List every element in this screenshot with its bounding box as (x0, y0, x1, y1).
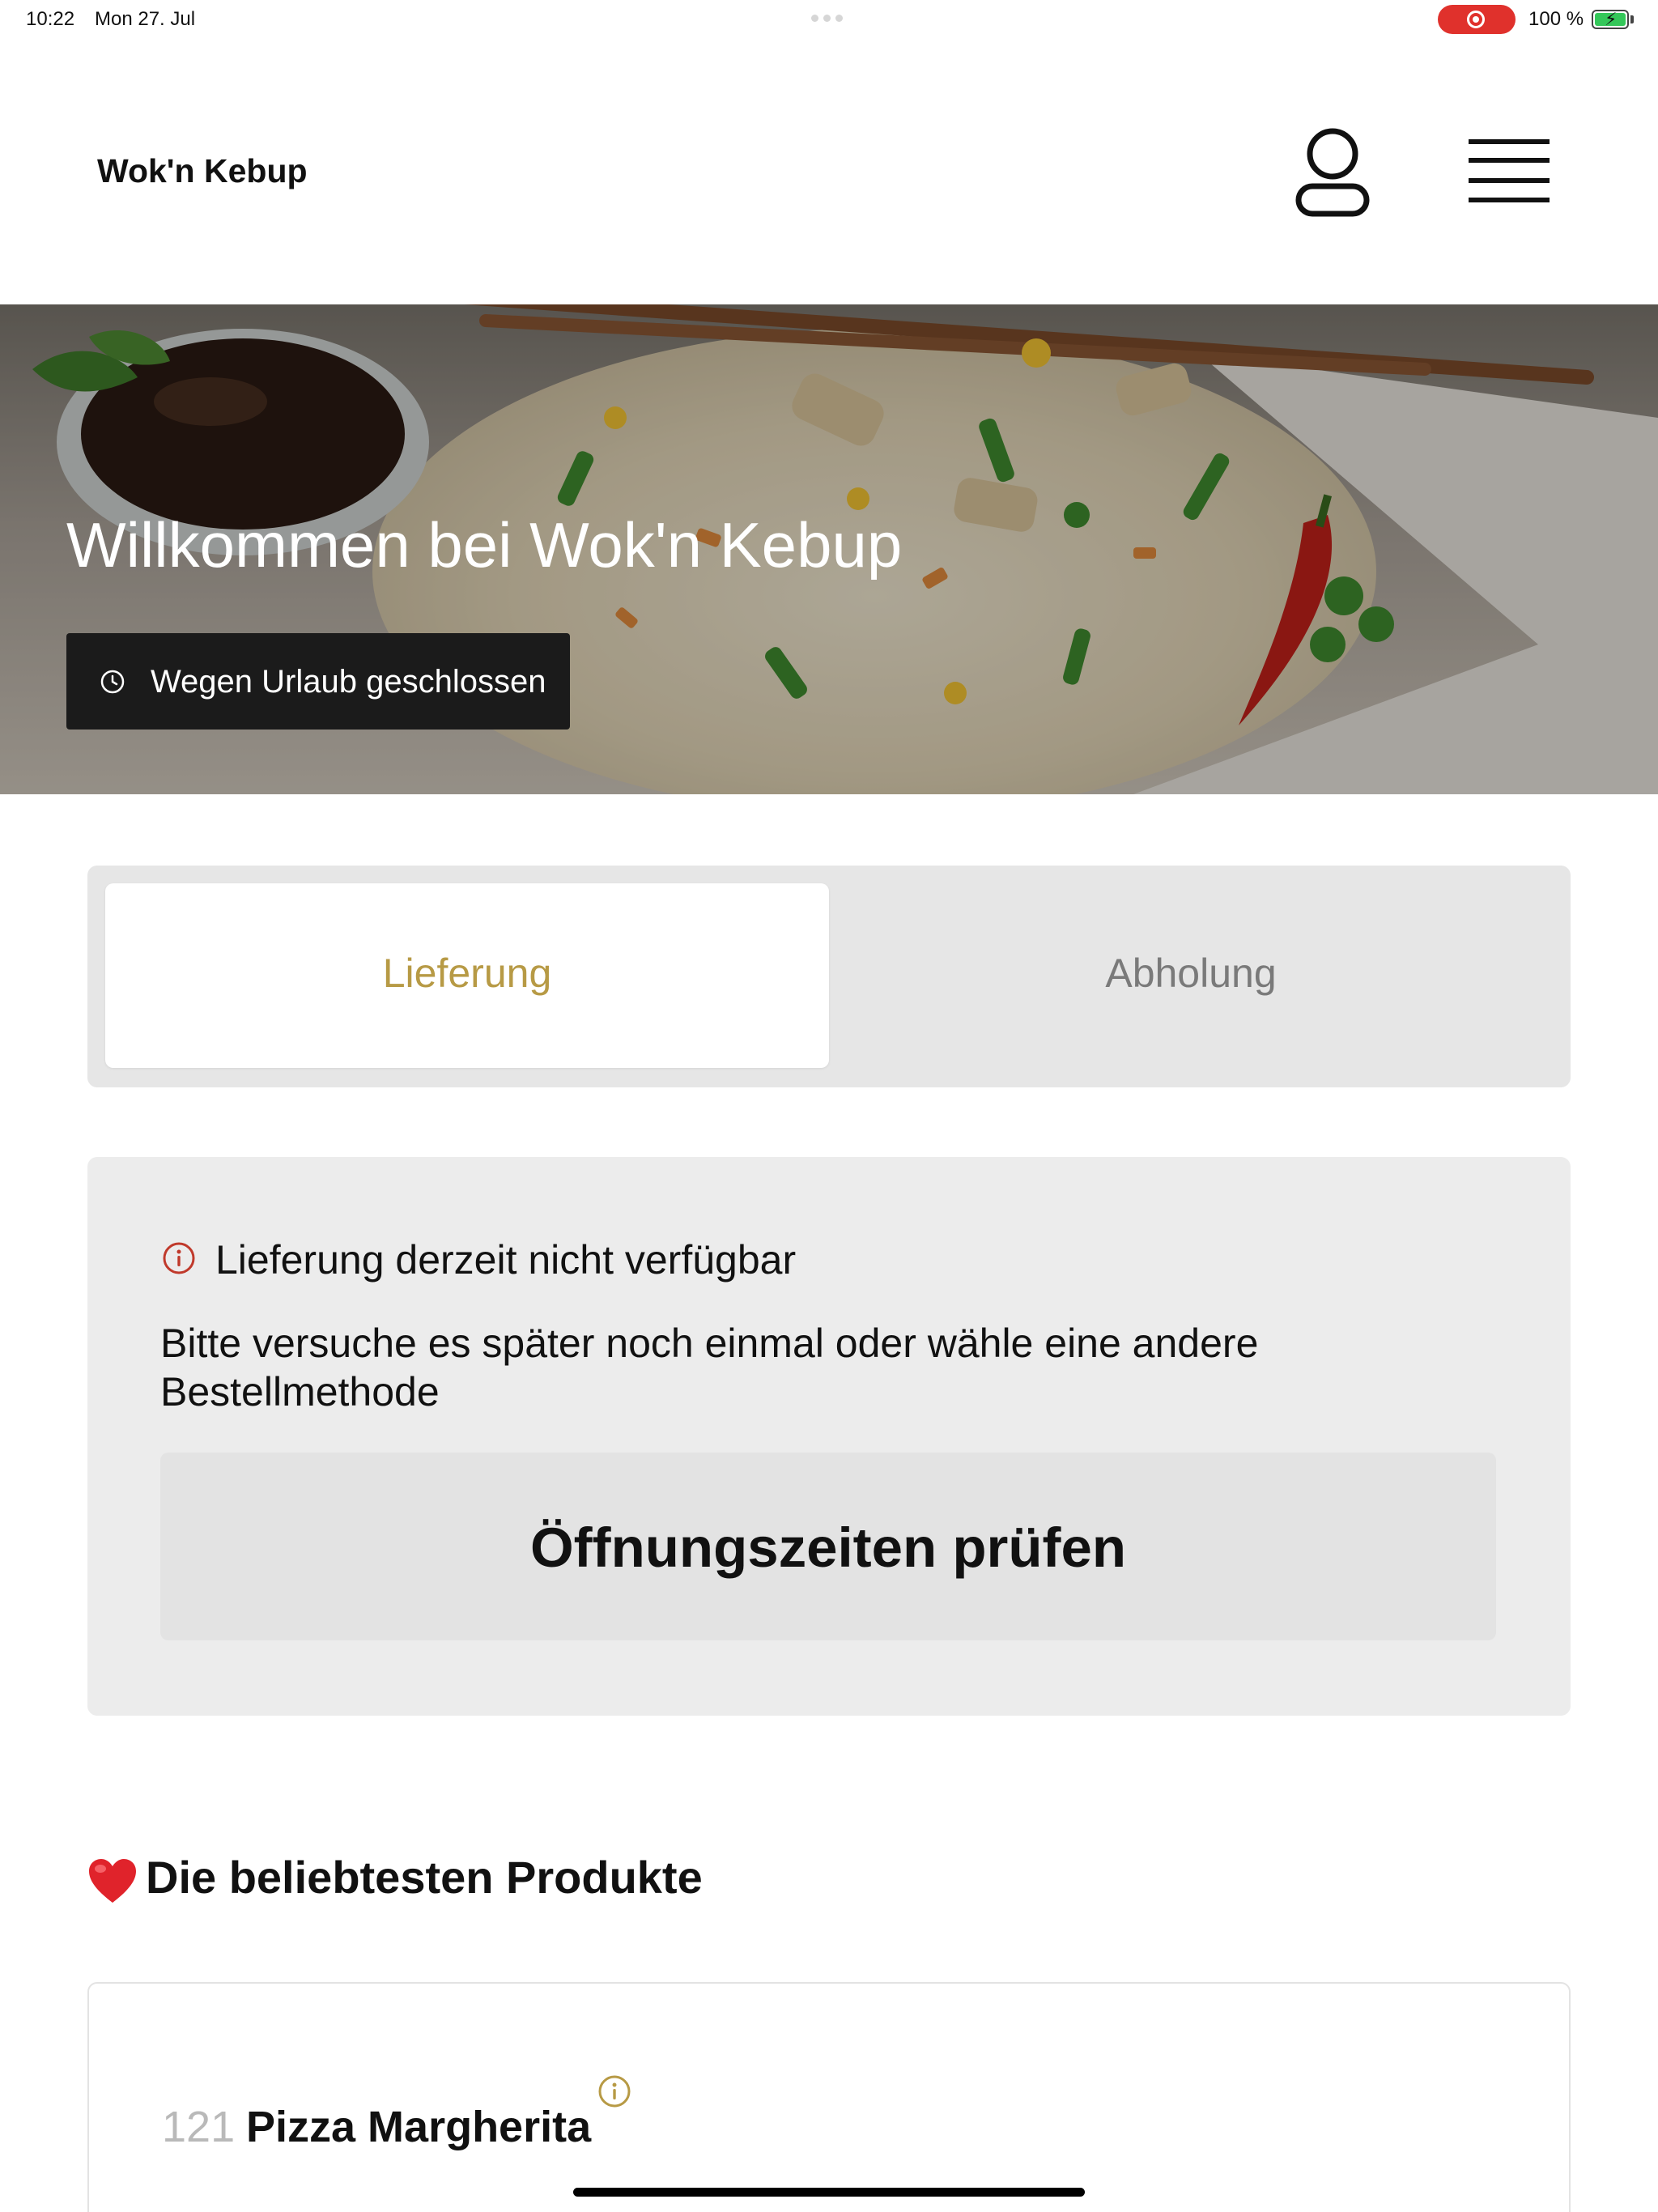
hamburger-menu-icon (1469, 139, 1550, 202)
status-badge-label: Wegen Urlaub geschlossen (151, 664, 546, 700)
status-date: Mon 27. Jul (95, 8, 196, 30)
menu-button[interactable] (1462, 133, 1556, 211)
brand-title[interactable]: Wok'n Kebup (97, 152, 308, 190)
notice-title: Lieferung derzeit nicht verfügbar (215, 1237, 797, 1283)
check-opening-hours-button[interactable]: Öffnungszeiten prüfen (160, 1453, 1496, 1640)
account-button[interactable] (1292, 126, 1373, 219)
clock-icon (100, 670, 125, 694)
battery-icon: ⚡ (1592, 10, 1629, 29)
popular-products-heading: Die beliebtesten Produkte (87, 1851, 703, 1904)
home-indicator[interactable] (573, 2188, 1085, 2197)
product-name: Pizza Margherita (246, 2103, 592, 2151)
status-time: 10:22 (26, 8, 75, 30)
product-card[interactable]: 121 Pizza Margherita (87, 1982, 1571, 2212)
status-badge: Wegen Urlaub geschlossen (66, 633, 570, 730)
product-number: 121 (162, 2103, 236, 2151)
screen-recording-icon[interactable] (1438, 5, 1516, 34)
order-method-toggle: Lieferung Abholung (87, 866, 1571, 1087)
tab-pickup-label: Abholung (1105, 951, 1277, 996)
tab-delivery[interactable]: Lieferung (105, 883, 829, 1068)
delivery-unavailable-notice: Lieferung derzeit nicht verfügbar Bitte … (87, 1157, 1571, 1716)
multitasking-dots-icon[interactable] (811, 15, 847, 23)
notice-text: Bitte versuche es später noch einmal ode… (160, 1321, 1259, 1414)
check-opening-hours-label: Öffnungszeiten prüfen (530, 1516, 1126, 1579)
status-bar: 10:22 Mon 27. Jul 100 % ⚡ (0, 0, 1658, 39)
tab-delivery-label: Lieferung (382, 951, 552, 996)
info-icon[interactable] (597, 2074, 631, 2108)
tab-pickup[interactable]: Abholung (829, 883, 1553, 1068)
popular-products-title: Die beliebtesten Produkte (146, 1852, 703, 1903)
welcome-title: Willkommen bei Wok'n Kebup (66, 509, 903, 581)
battery-percent: 100 % (1528, 8, 1584, 30)
battery-cap (1630, 15, 1634, 23)
user-icon (1295, 128, 1370, 217)
heart-icon (89, 1859, 136, 1904)
info-icon (163, 1242, 195, 1274)
